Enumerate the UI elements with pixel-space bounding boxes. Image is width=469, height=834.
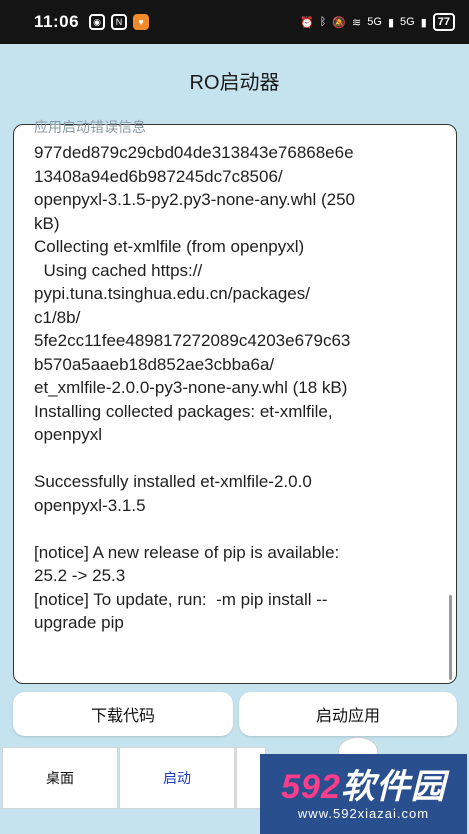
log-line: upgrade pip (34, 613, 124, 632)
log-line: Successfully installed et-xmlfile-2.0.0 (34, 472, 312, 491)
mute-icon: 🔕 (332, 16, 347, 29)
heart-app-icon: ♥ (133, 14, 150, 30)
log-line: 13408a94ed6b987245dc7c8506/ (34, 166, 283, 186)
watermark-brand-num: 592 (281, 767, 341, 806)
log-line: 5fe2cc11fee489817272089c4203e679c63 (34, 331, 351, 350)
status-left-icons: ◉ N ♥ (89, 14, 150, 30)
alarm-icon: ⏰ (300, 16, 314, 29)
signal-bars-icon: ▮ (387, 16, 394, 29)
log-line: c1/8b/ (34, 307, 81, 327)
tab-launch[interactable]: 启动 (119, 747, 235, 809)
log-line: [notice] To update, run: -m pip install … (34, 589, 328, 609)
signal-bars-icon-2: ▮ (420, 16, 427, 29)
signal-5g-label-2: 5G (400, 16, 415, 28)
tab-desktop[interactable]: 桌面 (2, 747, 118, 809)
launch-app-button[interactable]: 启动应用 (239, 692, 457, 736)
log-line: et_xmlfile-2.0.0-py3-none-any.whl (18 kB… (34, 378, 348, 397)
log-line: pypi.tuna.tsinghua.edu.cn/packages/ (34, 284, 310, 303)
log-line: openpyxl-3.1.5 (34, 495, 146, 515)
log-line: Collecting et-xmlfile (from openpyxl) (34, 237, 305, 256)
app-frame: RO启动器 977ded879c29cbd04de313843e76868e6e… (2, 44, 467, 834)
log-line: b570a5aaeb18d852ae3cbba6a/ (34, 354, 275, 374)
log-line: 977ded879c29cbd04de313843e76868e6e (34, 143, 354, 162)
nfc-icon: N (111, 14, 128, 30)
watermark-brand-text: 软件园 (340, 767, 446, 806)
status-right-icons: ⏰ ᛒ 🔕 ≋ 5G ▮ 5G ▮ 77 (300, 13, 455, 31)
status-time: 11:06 (34, 12, 80, 31)
bluetooth-icon: ᛒ (319, 16, 327, 28)
log-line: Installing collected packages: et-xmlfil… (34, 401, 333, 421)
watermark-brand: 592软件园 (281, 768, 446, 806)
log-line: Using cached https:// (34, 260, 203, 280)
log-line: 25.2 -> 25.3 (34, 566, 126, 585)
page-title: RO启动器 (189, 72, 280, 94)
log-scrollbar[interactable] (449, 595, 452, 680)
log-line: kB) (34, 213, 60, 233)
log-line: openpyxl-3.1.5-py2.py3-none-any.whl (250 (34, 190, 355, 209)
error-log-box[interactable]: 977ded879c29cbd04de313843e76868e6e 13408a… (13, 124, 457, 684)
log-line: openpyxl (34, 425, 103, 444)
download-code-button[interactable]: 下载代码 (13, 692, 233, 736)
log-line: [notice] A new release of pip is availab… (34, 542, 340, 562)
error-log-label: 应用启动错误信息 (34, 119, 146, 135)
wifi-icon: ≋ (352, 16, 362, 29)
hd-icon: ◉ (89, 14, 106, 30)
watermark-logo: 592软件园 www.592xiazai.com (260, 754, 467, 834)
signal-5g-label-1: 5G (367, 16, 382, 28)
status-bar: 11:06 ◉ N ♥ ⏰ ᛒ 🔕 ≋ 5G ▮ 5G ▮ 77 (0, 0, 469, 44)
error-log-text: 977ded879c29cbd04de313843e76868e6e 13408a… (34, 141, 434, 635)
battery-icon: 77 (432, 13, 455, 31)
watermark-url: www.592xiazai.com (297, 805, 430, 821)
